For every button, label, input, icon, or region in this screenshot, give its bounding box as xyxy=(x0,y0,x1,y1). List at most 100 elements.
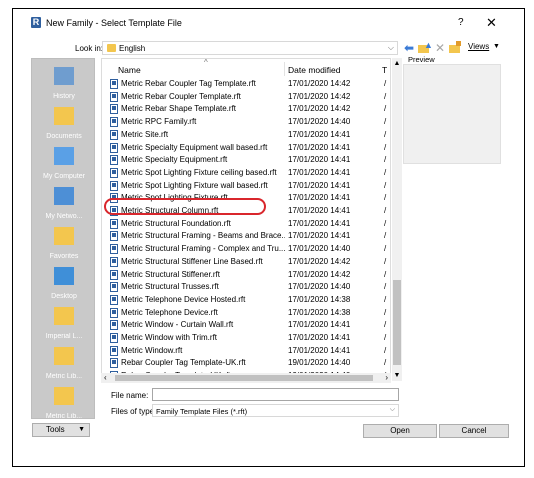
file-date: 17/01/2020 14:42 xyxy=(288,256,351,266)
file-list[interactable]: ^ Name Date modified T Metric Rebar Coup… xyxy=(101,58,391,381)
filetype-dropdown[interactable]: Family Template Files (*.rft) ⌵ xyxy=(152,404,399,417)
file-name: Metric Structural Foundation.rft xyxy=(121,218,231,228)
scroll-up-icon[interactable]: ▲ xyxy=(392,60,402,67)
file-row[interactable]: Metric Spot Lighting Fixture wall based.… xyxy=(102,180,390,193)
file-row[interactable]: Metric Window.rft 17/01/2020 14:41 / xyxy=(102,345,390,358)
place-label: Imperial L... xyxy=(45,333,83,340)
close-button[interactable]: ✕ xyxy=(486,15,497,31)
scroll-thumb[interactable] xyxy=(115,375,373,381)
back-arrow-icon[interactable]: ⬅ xyxy=(402,41,416,55)
filename-label: File name: xyxy=(111,391,149,400)
file-date: 17/01/2020 14:41 xyxy=(288,218,351,228)
file-type: / xyxy=(384,206,387,215)
file-row[interactable]: Metric Structural Foundation.rft 17/01/20… xyxy=(102,218,390,231)
file-type: / xyxy=(384,244,387,254)
place-4[interactable]: Favorites xyxy=(32,227,96,267)
views-label: Views xyxy=(468,42,490,51)
scroll-down-icon[interactable]: ▼ xyxy=(392,372,402,379)
window-title: New Family - Select Template File xyxy=(46,18,182,28)
file-row[interactable]: Metric Structural Stiffener Line Based.r… xyxy=(102,256,390,269)
scroll-right-icon[interactable]: › xyxy=(385,373,388,382)
lookin-label: Look in: xyxy=(75,44,104,53)
file-date: 17/01/2020 14:41 xyxy=(288,129,351,139)
place-label: History xyxy=(53,93,75,100)
up-folder-icon[interactable]: ▲ xyxy=(417,40,433,55)
file-row[interactable]: Metric Structural Framing - Complex and … xyxy=(102,243,390,256)
place-1[interactable]: Documents xyxy=(32,107,96,147)
file-row[interactable]: Metric Specialty Equipment wall based.rf… xyxy=(102,142,390,155)
place-8[interactable]: Metric Lib... xyxy=(32,387,96,427)
file-row[interactable]: Metric Rebar Shape Template.rft 17/01/202… xyxy=(102,103,390,116)
filename-input[interactable] xyxy=(152,388,399,401)
template-file-icon xyxy=(110,180,118,191)
template-file-icon xyxy=(110,117,118,128)
file-type: / xyxy=(384,345,387,355)
file-row[interactable]: Metric Structural Framing - Beams and Br… xyxy=(102,230,390,243)
column-header-type[interactable]: T xyxy=(382,65,387,75)
scroll-left-icon[interactable]: ‹ xyxy=(104,373,107,382)
cancel-button[interactable]: Cancel xyxy=(439,424,509,438)
file-row[interactable]: Metric Site.rft 17/01/2020 14:41 / xyxy=(102,129,390,142)
new-folder-icon[interactable] xyxy=(448,41,462,55)
delete-icon[interactable]: ✕ xyxy=(433,41,447,55)
file-type: / xyxy=(384,167,387,177)
file-row[interactable]: Metric RPC Family.rft 17/01/2020 14:40 / xyxy=(102,116,390,129)
file-date: 17/01/2020 14:42 xyxy=(288,104,351,114)
column-header-date[interactable]: Date modified xyxy=(288,65,340,75)
places-bar: History Documents My Computer My Netwo... Fa… xyxy=(31,58,96,420)
place-label: Favorites xyxy=(49,253,79,260)
file-type: / xyxy=(384,193,387,203)
template-file-icon xyxy=(110,104,118,115)
template-file-icon xyxy=(110,155,118,166)
file-row[interactable]: Metric Telephone Device Hosted.rft 17/01/… xyxy=(102,294,390,307)
folder-icon xyxy=(107,44,116,52)
preview-label: Preview xyxy=(408,55,435,64)
file-date: 17/01/2020 14:41 xyxy=(288,155,351,165)
file-row[interactable]: Metric Telephone Device.rft 17/01/2020 14… xyxy=(102,307,390,320)
template-file-icon xyxy=(110,79,118,89)
folder-icon xyxy=(54,387,74,405)
place-label: Metric Lib... xyxy=(45,373,83,380)
file-row[interactable]: Metric Window - Curtain Wall.rft 17/01/20… xyxy=(102,319,390,332)
help-button[interactable]: ? xyxy=(458,17,464,28)
place-5[interactable]: Desktop xyxy=(32,267,96,307)
file-name: Metric Structural Trusses.rft xyxy=(121,282,219,292)
file-row[interactable]: Rebar Coupler Tag Template-UK.rft 19/01/2… xyxy=(102,357,390,370)
place-7[interactable]: Metric Lib... xyxy=(32,347,96,387)
file-row[interactable]: Metric Window with Trim.rft 17/01/2020 14… xyxy=(102,332,390,345)
file-type: / xyxy=(384,320,387,330)
place-0[interactable]: History xyxy=(32,67,96,107)
place-2[interactable]: My Computer xyxy=(32,147,96,187)
file-row[interactable]: Metric Specialty Equipment.rft 17/01/2020… xyxy=(102,154,390,167)
template-file-icon xyxy=(110,129,118,140)
open-button[interactable]: Open xyxy=(363,424,437,438)
chevron-down-icon: ⌵ xyxy=(389,406,395,413)
file-type: / xyxy=(384,269,387,279)
scroll-thumb[interactable] xyxy=(393,280,401,365)
template-file-icon xyxy=(110,269,118,280)
file-date: 17/01/2020 14:41 xyxy=(288,345,351,355)
file-date: 17/01/2020 14:41 xyxy=(288,167,351,177)
template-file-icon xyxy=(110,91,118,102)
file-row[interactable]: Metric Structural Trusses.rft 17/01/2020 … xyxy=(102,281,390,294)
file-row[interactable]: Metric Spot Lighting Fixture ceiling bas… xyxy=(102,167,390,180)
place-6[interactable]: Imperial L... xyxy=(32,307,96,347)
column-header-name[interactable]: Name xyxy=(118,65,141,75)
file-name: Metric Structural Stiffener Line Based.r… xyxy=(121,256,263,266)
template-file-icon xyxy=(110,231,118,242)
column-divider[interactable] xyxy=(284,62,285,76)
place-label: My Computer xyxy=(42,173,85,180)
file-row[interactable]: Metric Rebar Coupler Template.rft 17/01/2… xyxy=(102,91,390,104)
file-row[interactable]: Metric Rebar Coupler Tag Template.rft 17/… xyxy=(102,78,390,91)
lookin-dropdown[interactable]: English ⌵ xyxy=(102,41,398,55)
chevron-down-icon[interactable]: ▼ xyxy=(493,43,500,50)
file-date: 17/01/2020 14:40 xyxy=(288,244,351,254)
tools-button[interactable]: Tools ▼ xyxy=(32,423,90,437)
horizontal-scrollbar[interactable]: ‹ › xyxy=(101,373,391,383)
place-3[interactable]: My Netwo... xyxy=(32,187,96,227)
file-name: Metric Spot Lighting Fixture ceiling bas… xyxy=(121,167,277,177)
vertical-scrollbar[interactable]: ▲ ▼ xyxy=(392,58,402,381)
file-type: / xyxy=(384,256,387,266)
file-row[interactable]: Metric Structural Stiffener.rft 17/01/202… xyxy=(102,269,390,282)
views-button[interactable]: Views xyxy=(468,42,489,51)
